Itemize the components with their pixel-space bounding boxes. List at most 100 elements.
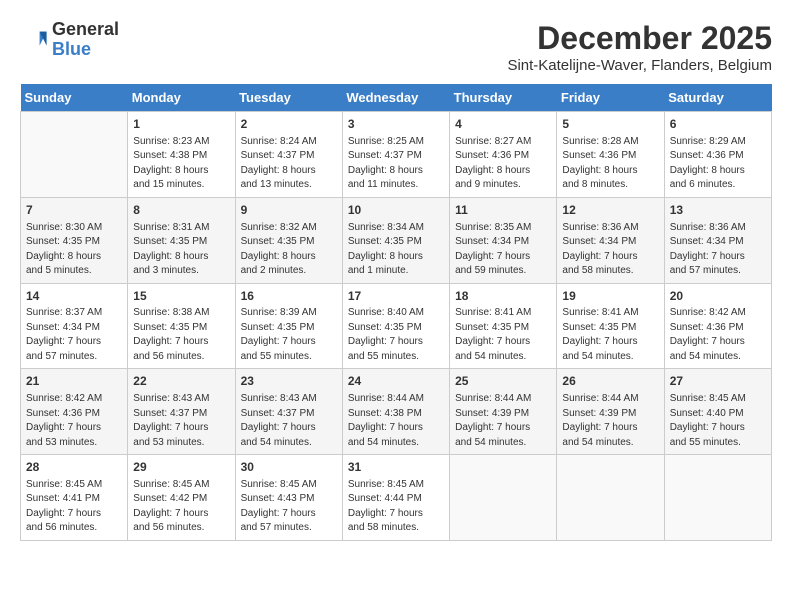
day-info: Sunrise: 8:32 AM Sunset: 4:35 PM Dayligh…	[241, 221, 337, 279]
calendar-cell: 10 Sunrise: 8:34 AM Sunset: 4:35 PM Dayli…	[342, 197, 449, 283]
calendar-cell: 16Sunrise: 8:39 AM Sunset: 4:35 PM Dayli…	[235, 283, 342, 369]
day-info: Sunrise: 8:28 AM Sunset: 4:36 PM Dayligh…	[562, 135, 658, 193]
calendar-cell: 15Sunrise: 8:38 AM Sunset: 4:35 PM Dayli…	[128, 283, 235, 369]
calendar-subtitle: Sint-Katelijne-Waver, Flanders, Belgium	[507, 57, 772, 74]
calendar-cell: 4 Sunrise: 8:27 AM Sunset: 4:36 PM Daylig…	[450, 112, 557, 198]
day-number: 14	[26, 288, 122, 305]
calendar-cell	[21, 112, 128, 198]
calendar-table: SundayMondayTuesdayWednesdayThursdayFrid…	[20, 84, 772, 541]
calendar-cell: 7 Sunrise: 8:30 AM Sunset: 4:35 PM Daylig…	[21, 197, 128, 283]
day-number: 12	[562, 202, 658, 219]
day-info: Sunrise: 8:39 AM Sunset: 4:35 PM Dayligh…	[241, 306, 337, 364]
logo-icon	[20, 26, 48, 54]
day-header-friday: Friday	[557, 84, 664, 112]
day-header-thursday: Thursday	[450, 84, 557, 112]
calendar-cell: 26Sunrise: 8:44 AM Sunset: 4:39 PM Dayli…	[557, 369, 664, 455]
day-number: 30	[241, 459, 337, 476]
calendar-header: SundayMondayTuesdayWednesdayThursdayFrid…	[21, 84, 772, 112]
calendar-cell: 21Sunrise: 8:42 AM Sunset: 4:36 PM Dayli…	[21, 369, 128, 455]
day-number: 3	[348, 116, 444, 133]
day-number: 2	[241, 116, 337, 133]
calendar-cell: 29Sunrise: 8:45 AM Sunset: 4:42 PM Dayli…	[128, 455, 235, 541]
day-info: Sunrise: 8:44 AM Sunset: 4:38 PM Dayligh…	[348, 392, 444, 450]
calendar-cell: 3 Sunrise: 8:25 AM Sunset: 4:37 PM Daylig…	[342, 112, 449, 198]
logo-text: General Blue	[52, 20, 119, 60]
day-info: Sunrise: 8:43 AM Sunset: 4:37 PM Dayligh…	[133, 392, 229, 450]
calendar-body: 1 Sunrise: 8:23 AM Sunset: 4:38 PM Daylig…	[21, 112, 772, 541]
day-info: Sunrise: 8:31 AM Sunset: 4:35 PM Dayligh…	[133, 221, 229, 279]
day-number: 1	[133, 116, 229, 133]
calendar-cell: 23 Sunrise: 8:43 AM Sunset: 4:37 PM Dayli…	[235, 369, 342, 455]
calendar-cell	[664, 455, 771, 541]
calendar-cell: 24Sunrise: 8:44 AM Sunset: 4:38 PM Dayli…	[342, 369, 449, 455]
day-number: 17	[348, 288, 444, 305]
day-info: Sunrise: 8:45 AM Sunset: 4:42 PM Dayligh…	[133, 478, 229, 536]
calendar-cell: 1 Sunrise: 8:23 AM Sunset: 4:38 PM Daylig…	[128, 112, 235, 198]
day-info: Sunrise: 8:30 AM Sunset: 4:35 PM Dayligh…	[26, 221, 122, 279]
day-info: Sunrise: 8:44 AM Sunset: 4:39 PM Dayligh…	[562, 392, 658, 450]
day-number: 28	[26, 459, 122, 476]
calendar-cell: 2 Sunrise: 8:24 AM Sunset: 4:37 PM Daylig…	[235, 112, 342, 198]
header: General Blue December 2025 Sint-Katelijn…	[20, 20, 772, 74]
day-header-saturday: Saturday	[664, 84, 771, 112]
day-number: 9	[241, 202, 337, 219]
day-info: Sunrise: 8:45 AM Sunset: 4:43 PM Dayligh…	[241, 478, 337, 536]
logo-blue: Blue	[52, 39, 91, 59]
day-number: 18	[455, 288, 551, 305]
day-info: Sunrise: 8:36 AM Sunset: 4:34 PM Dayligh…	[670, 221, 766, 279]
calendar-cell: 22Sunrise: 8:43 AM Sunset: 4:37 PM Dayli…	[128, 369, 235, 455]
calendar-cell: 14Sunrise: 8:37 AM Sunset: 4:34 PM Dayli…	[21, 283, 128, 369]
calendar-cell: 28 Sunrise: 8:45 AM Sunset: 4:41 PM Dayli…	[21, 455, 128, 541]
days-row: SundayMondayTuesdayWednesdayThursdayFrid…	[21, 84, 772, 112]
day-number: 25	[455, 373, 551, 390]
day-header-monday: Monday	[128, 84, 235, 112]
calendar-cell: 12 Sunrise: 8:36 AM Sunset: 4:34 PM Dayli…	[557, 197, 664, 283]
calendar-cell: 19Sunrise: 8:41 AM Sunset: 4:35 PM Dayli…	[557, 283, 664, 369]
day-info: Sunrise: 8:45 AM Sunset: 4:40 PM Dayligh…	[670, 392, 766, 450]
day-header-sunday: Sunday	[21, 84, 128, 112]
day-info: Sunrise: 8:25 AM Sunset: 4:37 PM Dayligh…	[348, 135, 444, 193]
calendar-cell: 11 Sunrise: 8:35 AM Sunset: 4:34 PM Dayli…	[450, 197, 557, 283]
day-info: Sunrise: 8:29 AM Sunset: 4:36 PM Dayligh…	[670, 135, 766, 193]
day-number: 20	[670, 288, 766, 305]
day-info: Sunrise: 8:24 AM Sunset: 4:37 PM Dayligh…	[241, 135, 337, 193]
day-info: Sunrise: 8:38 AM Sunset: 4:35 PM Dayligh…	[133, 306, 229, 364]
day-number: 23	[241, 373, 337, 390]
day-info: Sunrise: 8:36 AM Sunset: 4:34 PM Dayligh…	[562, 221, 658, 279]
day-info: Sunrise: 8:41 AM Sunset: 4:35 PM Dayligh…	[562, 306, 658, 364]
day-number: 7	[26, 202, 122, 219]
day-info: Sunrise: 8:41 AM Sunset: 4:35 PM Dayligh…	[455, 306, 551, 364]
calendar-week-1: 1 Sunrise: 8:23 AM Sunset: 4:38 PM Daylig…	[21, 112, 772, 198]
calendar-cell: 27Sunrise: 8:45 AM Sunset: 4:40 PM Dayli…	[664, 369, 771, 455]
calendar-week-5: 28 Sunrise: 8:45 AM Sunset: 4:41 PM Dayli…	[21, 455, 772, 541]
day-number: 4	[455, 116, 551, 133]
day-info: Sunrise: 8:45 AM Sunset: 4:41 PM Dayligh…	[26, 478, 122, 536]
calendar-week-4: 21Sunrise: 8:42 AM Sunset: 4:36 PM Dayli…	[21, 369, 772, 455]
day-info: Sunrise: 8:34 AM Sunset: 4:35 PM Dayligh…	[348, 221, 444, 279]
day-number: 31	[348, 459, 444, 476]
day-info: Sunrise: 8:42 AM Sunset: 4:36 PM Dayligh…	[670, 306, 766, 364]
calendar-cell	[557, 455, 664, 541]
day-number: 15	[133, 288, 229, 305]
day-info: Sunrise: 8:43 AM Sunset: 4:37 PM Dayligh…	[241, 392, 337, 450]
logo: General Blue	[20, 20, 119, 60]
logo-general: General	[52, 19, 119, 39]
day-number: 11	[455, 202, 551, 219]
calendar-cell: 31Sunrise: 8:45 AM Sunset: 4:44 PM Dayli…	[342, 455, 449, 541]
calendar-cell: 6Sunrise: 8:29 AM Sunset: 4:36 PM Daylig…	[664, 112, 771, 198]
day-info: Sunrise: 8:23 AM Sunset: 4:38 PM Dayligh…	[133, 135, 229, 193]
day-number: 10	[348, 202, 444, 219]
day-info: Sunrise: 8:44 AM Sunset: 4:39 PM Dayligh…	[455, 392, 551, 450]
day-number: 5	[562, 116, 658, 133]
day-info: Sunrise: 8:40 AM Sunset: 4:35 PM Dayligh…	[348, 306, 444, 364]
calendar-cell: 8 Sunrise: 8:31 AM Sunset: 4:35 PM Daylig…	[128, 197, 235, 283]
calendar-cell: 13Sunrise: 8:36 AM Sunset: 4:34 PM Dayli…	[664, 197, 771, 283]
day-info: Sunrise: 8:27 AM Sunset: 4:36 PM Dayligh…	[455, 135, 551, 193]
day-number: 21	[26, 373, 122, 390]
day-info: Sunrise: 8:35 AM Sunset: 4:34 PM Dayligh…	[455, 221, 551, 279]
day-header-wednesday: Wednesday	[342, 84, 449, 112]
calendar-cell: 25 Sunrise: 8:44 AM Sunset: 4:39 PM Dayli…	[450, 369, 557, 455]
calendar-week-2: 7 Sunrise: 8:30 AM Sunset: 4:35 PM Daylig…	[21, 197, 772, 283]
day-header-tuesday: Tuesday	[235, 84, 342, 112]
day-number: 8	[133, 202, 229, 219]
